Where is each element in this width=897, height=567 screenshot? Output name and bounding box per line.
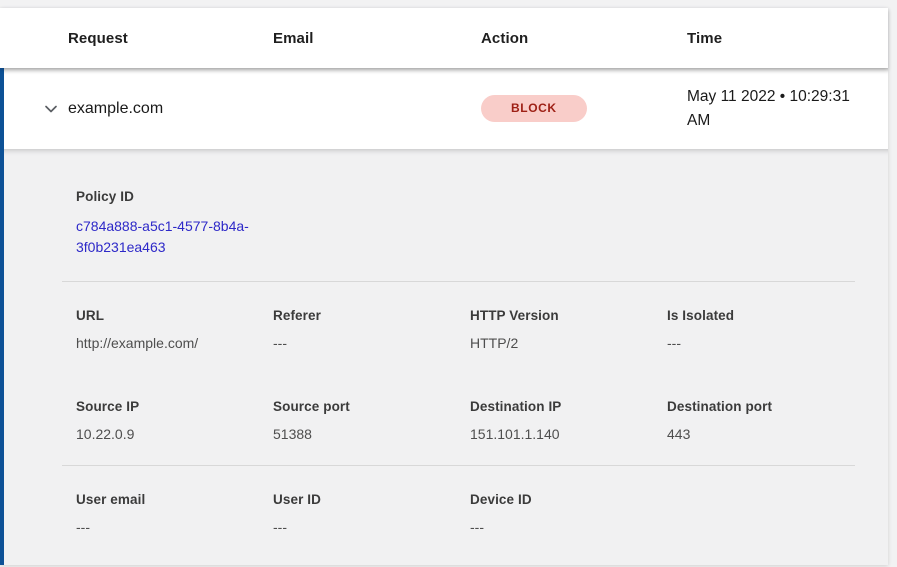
detail-field-source-port: Source port 51388 <box>273 399 470 442</box>
column-header-email: Email <box>273 30 481 47</box>
field-label: Destination IP <box>470 399 667 414</box>
table-header: Request Email Action Time <box>0 8 888 68</box>
detail-field-user-id: User ID --- <box>273 492 470 535</box>
field-value: --- <box>470 519 667 535</box>
field-label: Device ID <box>470 492 667 507</box>
field-value: --- <box>667 335 864 351</box>
field-label: Destination port <box>667 399 864 414</box>
field-value: --- <box>273 335 470 351</box>
detail-field-user-email: User email --- <box>76 492 273 535</box>
column-header-time: Time <box>687 30 888 47</box>
policy-section: Policy ID c784a888-a5c1-4577-8b4a-3f0b23… <box>4 189 888 258</box>
action-cell: BLOCK <box>481 95 687 122</box>
table-row[interactable]: example.com BLOCK May 11 2022 • 10:29:31… <box>0 68 888 149</box>
field-label: Source port <box>273 399 470 414</box>
field-value: --- <box>76 519 273 535</box>
detail-field-empty <box>667 492 864 535</box>
field-value: http://example.com/ <box>76 335 273 351</box>
section-divider <box>62 465 855 466</box>
field-label: Is Isolated <box>667 308 864 323</box>
detail-row-user: User email --- User ID --- Device ID --- <box>4 492 888 535</box>
detail-field-destination-ip: Destination IP 151.101.1.140 <box>470 399 667 442</box>
row-detail-panel: Policy ID c784a888-a5c1-4577-8b4a-3f0b23… <box>0 149 888 565</box>
column-header-action: Action <box>481 30 687 47</box>
field-label: Source IP <box>76 399 273 414</box>
section-divider <box>62 281 855 282</box>
request-cell: example.com <box>68 100 273 118</box>
field-value: HTTP/2 <box>470 335 667 351</box>
detail-row-http: URL http://example.com/ Referer --- HTTP… <box>4 308 888 351</box>
detail-field-referer: Referer --- <box>273 308 470 351</box>
log-table-card: Request Email Action Time example.com BL… <box>0 8 888 565</box>
detail-field-url: URL http://example.com/ <box>76 308 273 351</box>
field-label: URL <box>76 308 273 323</box>
detail-field-destination-port: Destination port 443 <box>667 399 864 442</box>
detail-field-is-isolated: Is Isolated --- <box>667 308 864 351</box>
field-value: 51388 <box>273 426 470 442</box>
field-label: User ID <box>273 492 470 507</box>
column-header-request: Request <box>68 30 273 47</box>
field-value: 151.101.1.140 <box>470 426 667 442</box>
field-label: HTTP Version <box>470 308 667 323</box>
field-value: 443 <box>667 426 864 442</box>
field-value: 10.22.0.9 <box>76 426 273 442</box>
field-label: Referer <box>273 308 470 323</box>
detail-field-http-version: HTTP Version HTTP/2 <box>470 308 667 351</box>
chevron-down-icon[interactable] <box>42 100 60 118</box>
detail-row-network: Source IP 10.22.0.9 Source port 51388 De… <box>4 399 888 442</box>
field-label: User email <box>76 492 273 507</box>
time-cell: May 11 2022 • 10:29:31 AM <box>687 85 860 133</box>
policy-id-label: Policy ID <box>76 189 888 204</box>
detail-field-source-ip: Source IP 10.22.0.9 <box>76 399 273 442</box>
status-badge: BLOCK <box>481 95 587 122</box>
field-value: --- <box>273 519 470 535</box>
policy-id-link[interactable]: c784a888-a5c1-4577-8b4a-3f0b231ea463 <box>76 216 288 258</box>
detail-field-device-id: Device ID --- <box>470 492 667 535</box>
